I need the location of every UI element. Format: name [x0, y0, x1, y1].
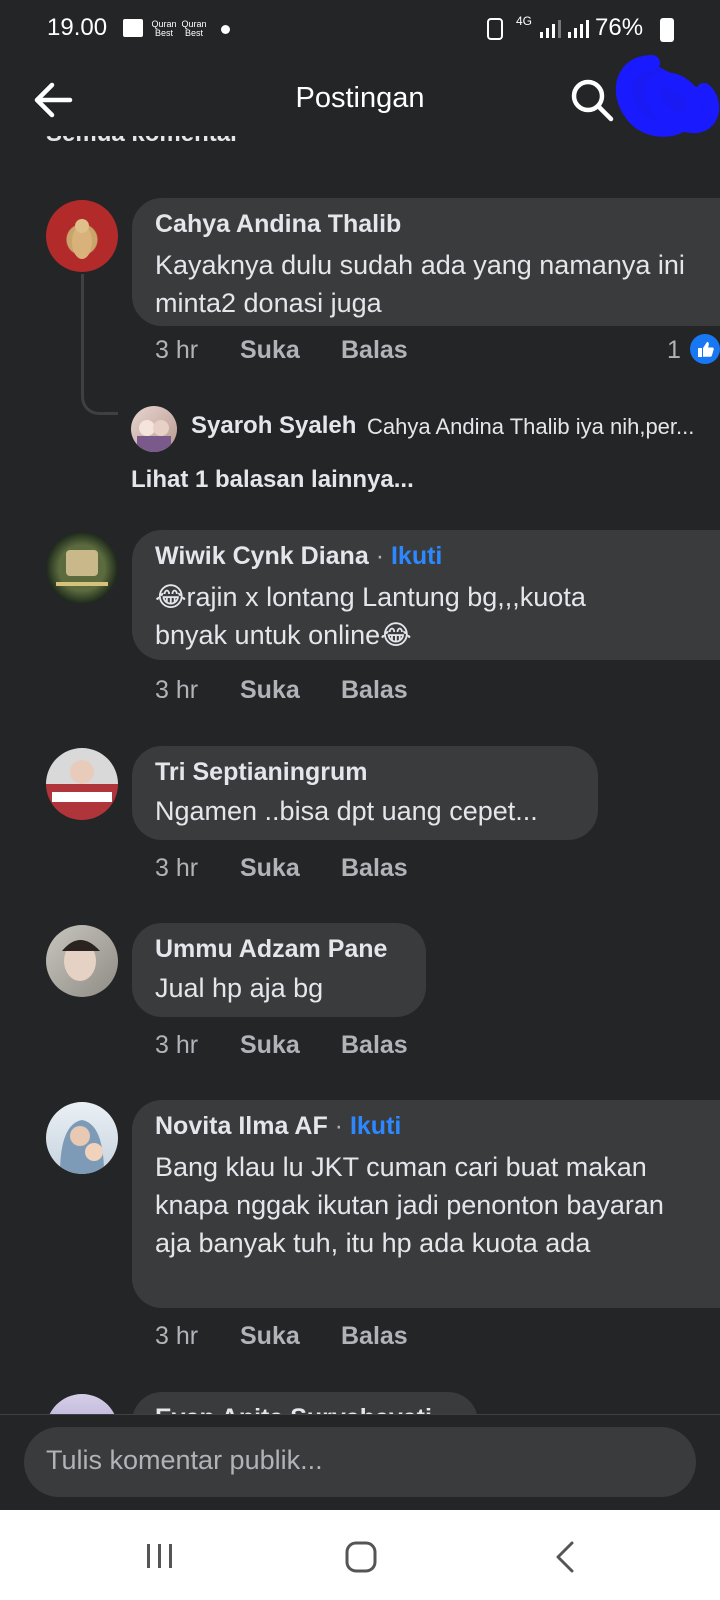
- comment-text: Kayaknya dulu sudah ada yang namanya ini…: [155, 250, 685, 318]
- comment-author[interactable]: Ummu Adzam Pane: [155, 935, 387, 964]
- comment-time: 3 hr: [155, 676, 199, 704]
- reply-link[interactable]: Balas: [341, 336, 408, 365]
- section-label-clip: Semua komentar: [46, 136, 346, 146]
- comment-bubble[interactable]: Evan Anita Suryahayati: [132, 1392, 478, 1414]
- app-header: Postingan Semua komentar: [0, 55, 720, 146]
- like-link[interactable]: Suka: [240, 854, 300, 883]
- quran-app-notification-icon-2: Quran Best: [181, 19, 207, 38]
- comment-item: Ummu Adzam Pane Jual hp aja bg 3 hr Suka…: [0, 923, 720, 1073]
- network-type-label: 4G: [516, 14, 533, 28]
- reply-author[interactable]: Syaroh Syaleh: [191, 412, 356, 440]
- comment-time: 3 hr: [155, 336, 199, 364]
- comment-item-partial: Evan Anita Suryahayati: [0, 1386, 720, 1414]
- battery-icon: [660, 18, 674, 42]
- comment-time: 3 hr: [155, 1322, 199, 1350]
- avatar[interactable]: [46, 532, 118, 604]
- signal-2-icon: [568, 20, 589, 38]
- like-link[interactable]: Suka: [240, 676, 300, 705]
- quran-app-notification-icon: Quran Best: [151, 19, 177, 38]
- avatar[interactable]: [46, 925, 118, 997]
- reply-thread-line: [81, 274, 118, 415]
- reply-text[interactable]: Cahya Andina Thalib iya nih,per...: [367, 414, 712, 440]
- comment-input-placeholder: Tulis komentar publik...: [46, 1445, 323, 1475]
- avatar[interactable]: [46, 200, 118, 272]
- comment-bubble[interactable]: Cahya Andina Thalib Kayaknya dulu sudah …: [132, 198, 720, 326]
- system-nav-bar: [0, 1510, 720, 1600]
- reply-link[interactable]: Balas: [341, 1322, 408, 1351]
- reply-avatar[interactable]: [131, 406, 177, 452]
- status-time: 19.00: [47, 14, 108, 41]
- comment-text-line: 😂rajin x lontang Lantung bg,,,kuota: [155, 582, 586, 612]
- avatar[interactable]: [46, 748, 118, 820]
- comment-bubble[interactable]: Ummu Adzam Pane Jual hp aja bg: [132, 923, 426, 1017]
- redaction-scribble: [615, 55, 720, 137]
- comment-author[interactable]: Wiwik Cynk Diana: [155, 542, 369, 570]
- follow-link[interactable]: Ikuti: [350, 1112, 401, 1140]
- comment-author[interactable]: Evan Anita Suryahayati: [155, 1404, 432, 1414]
- comment-author[interactable]: Cahya Andina Thalib: [155, 210, 401, 239]
- avatar[interactable]: [46, 1102, 118, 1174]
- comment-item: Tri Septianingrum Ngamen ..bisa dpt uang…: [0, 746, 720, 896]
- like-thumb-icon: [690, 334, 720, 364]
- like-link[interactable]: Suka: [240, 1322, 300, 1351]
- comment-author-row: Novita Ilma AF · Ikuti: [155, 1112, 401, 1141]
- comment-item: Cahya Andina Thalib Kayaknya dulu sudah …: [0, 190, 720, 493]
- comment-bubble[interactable]: Wiwik Cynk Diana · Ikuti 😂rajin x lontan…: [132, 530, 720, 660]
- comment-text-line: bnyak untuk online😂: [155, 620, 412, 650]
- reply-link[interactable]: Balas: [341, 676, 408, 705]
- section-label: Semua komentar: [46, 136, 346, 146]
- comment-bubble[interactable]: Novita Ilma AF · Ikuti Bang klau lu JKT …: [132, 1100, 720, 1308]
- name-separator: ·: [375, 542, 385, 570]
- comment-text: Jual hp aja bg: [155, 973, 324, 1003]
- comment-composer: Tulis komentar publik...: [0, 1414, 720, 1511]
- comment-time: 3 hr: [155, 1031, 199, 1059]
- comment-author[interactable]: Tri Septianingrum: [155, 758, 368, 787]
- like-link[interactable]: Suka: [240, 336, 300, 365]
- recents-icon[interactable]: [144, 1540, 176, 1572]
- battery-percent: 76%: [595, 14, 644, 41]
- follow-link[interactable]: Ikuti: [391, 542, 442, 570]
- more-notifications-dot-icon: [221, 25, 230, 34]
- status-bar: 19.00 Quran Best Quran Best 4G 76%: [0, 0, 720, 58]
- comment-text: 😂rajin x lontang Lantung bg,,,kuota bnya…: [155, 578, 715, 654]
- comment-author-row: Wiwik Cynk Diana · Ikuti: [155, 542, 442, 571]
- signal-1-icon: [540, 20, 561, 38]
- comment-text: Ngamen ..bisa dpt uang cepet...: [155, 796, 538, 826]
- reply-link[interactable]: Balas: [341, 1031, 408, 1060]
- comment-time: 3 hr: [155, 854, 199, 882]
- reaction-count[interactable]: 1: [667, 336, 681, 365]
- comment-input[interactable]: Tulis komentar publik...: [24, 1427, 696, 1497]
- comment-item: Wiwik Cynk Diana · Ikuti 😂rajin x lontan…: [0, 530, 720, 710]
- search-icon[interactable]: [569, 77, 615, 123]
- comment-item: Novita Ilma AF · Ikuti Bang klau lu JKT …: [0, 1100, 720, 1360]
- comment-text: Bang klau lu JKT cuman cari buat makan k…: [155, 1152, 664, 1258]
- comment-bubble[interactable]: Tri Septianingrum Ngamen ..bisa dpt uang…: [132, 746, 598, 840]
- avatar[interactable]: [46, 1394, 118, 1414]
- view-more-replies-link[interactable]: Lihat 1 balasan lainnya...: [131, 466, 414, 494]
- name-separator: ·: [334, 1112, 343, 1140]
- comment-author[interactable]: Novita Ilma AF: [155, 1112, 328, 1140]
- reply-link[interactable]: Balas: [341, 854, 408, 883]
- gallery-notification-icon: [123, 19, 143, 37]
- nav-back-icon[interactable]: [552, 1540, 580, 1574]
- home-icon[interactable]: [344, 1540, 378, 1574]
- data-saver-icon: [487, 18, 503, 40]
- like-link[interactable]: Suka: [240, 1031, 300, 1060]
